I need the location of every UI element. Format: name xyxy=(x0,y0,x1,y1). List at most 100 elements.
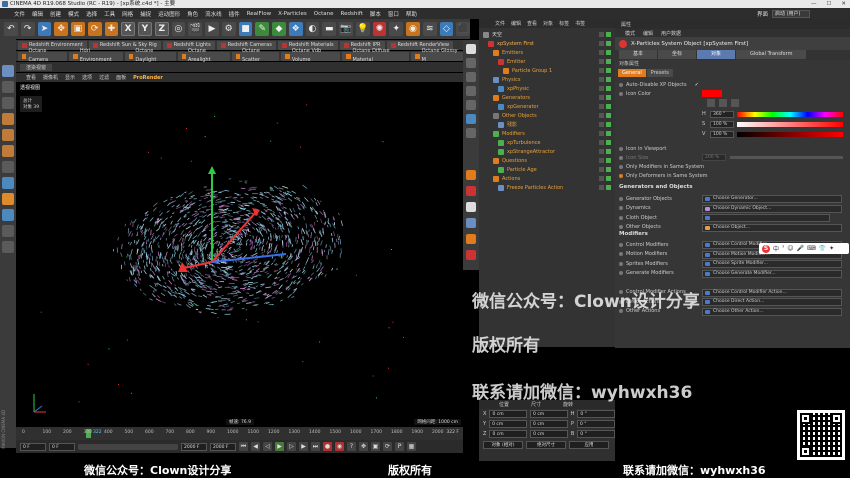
icon-size-field[interactable]: 200 % xyxy=(702,154,726,161)
layer-icon[interactable] xyxy=(466,58,476,68)
undo-icon[interactable]: ↶ xyxy=(4,22,18,36)
object-visibility-toggles[interactable] xyxy=(599,59,611,64)
min-frame-field[interactable]: 0 F xyxy=(49,442,75,451)
workplane-icon[interactable] xyxy=(2,193,14,205)
frame-range-slider[interactable] xyxy=(78,443,178,450)
psr-icon[interactable]: ⬛ xyxy=(456,22,471,36)
xp-sys-icon[interactable] xyxy=(466,114,476,124)
xp-generator-icon[interactable] xyxy=(466,170,476,180)
render-picture-viewer-icon[interactable]: ▶ xyxy=(205,22,219,36)
coord-mode-select[interactable]: 对象 (相对) xyxy=(483,441,523,449)
menu-item[interactable]: 创建 xyxy=(50,10,61,18)
pla-key-icon[interactable]: ▦ xyxy=(407,442,416,451)
object-visibility-toggles[interactable] xyxy=(599,95,611,100)
menu-item[interactable]: 模式 xyxy=(68,10,79,18)
coord-position-field[interactable]: 0 cm xyxy=(489,430,528,438)
recent-tool-icon[interactable]: ✚ xyxy=(104,22,119,36)
hsv-slider[interactable] xyxy=(737,132,843,137)
object-row[interactable]: Particle Age xyxy=(479,165,615,174)
make-editable-icon[interactable] xyxy=(2,65,14,77)
hsv-value-field[interactable]: 360 ° xyxy=(710,111,734,118)
axis-mode-icon[interactable] xyxy=(2,161,14,173)
object-row[interactable]: xpPhysic xyxy=(479,84,615,93)
shelf-button[interactable]: Octane Camera xyxy=(18,48,68,63)
icon-size-slider[interactable] xyxy=(730,156,843,159)
hsv-value-field[interactable]: 100 % xyxy=(710,131,734,138)
coord-position-field[interactable]: 0 cm xyxy=(489,420,528,428)
object-row[interactable]: Freeze Particles Action xyxy=(479,183,615,192)
menu-item[interactable]: 脚本 xyxy=(370,10,381,18)
xp-cache-icon[interactable] xyxy=(466,128,476,138)
viewport-menu-item[interactable]: ProRender xyxy=(133,75,163,81)
max-frame-field[interactable]: 2000 F xyxy=(181,442,207,451)
cube-primitive-icon[interactable]: ■ xyxy=(238,22,253,36)
apply-button[interactable]: 应用 xyxy=(569,441,609,449)
object-row[interactable]: xpGenerator xyxy=(479,102,615,111)
object-visibility-toggles[interactable] xyxy=(599,176,611,181)
rotate-tool-icon[interactable]: ⟳ xyxy=(87,22,102,36)
coord-position-field[interactable]: 0 cm xyxy=(489,410,528,418)
redo-icon[interactable]: ↷ xyxy=(20,22,35,36)
autokey-icon[interactable]: ◉ xyxy=(335,442,344,451)
snapshot-icon[interactable] xyxy=(466,100,476,110)
object-row[interactable]: Generators xyxy=(479,93,615,102)
viewport-menu-item[interactable]: 选项 xyxy=(82,74,92,81)
modifier-dropdown[interactable]: Choose Generate Modifier... xyxy=(702,269,842,278)
modifier-dropdown[interactable]: Choose Sprite Modifier... xyxy=(702,260,842,268)
generator-dropdown[interactable]: Choose Dynamic Object... xyxy=(702,204,842,213)
object-visibility-toggles[interactable] xyxy=(599,131,611,136)
polygons-mode-icon[interactable] xyxy=(2,145,14,157)
parameter-key-icon[interactable]: P xyxy=(395,442,404,451)
menu-item[interactable]: 选择 xyxy=(86,10,97,18)
octane-live-viewer-icon[interactable]: ◉ xyxy=(406,22,420,36)
object-visibility-toggles[interactable] xyxy=(599,113,611,118)
hsv-slider[interactable] xyxy=(737,112,843,117)
heart-icon[interactable] xyxy=(466,44,476,54)
xp-modifier-side-icon[interactable] xyxy=(466,202,476,212)
coord-size-field[interactable]: 0 cm xyxy=(530,420,568,428)
menu-item[interactable]: 工具 xyxy=(104,10,115,18)
light-icon[interactable]: 💡 xyxy=(355,22,370,36)
next-frame-icon[interactable]: ▷ xyxy=(287,442,296,451)
attribute-tab[interactable]: Global Transform xyxy=(736,50,807,59)
only-deformers-row[interactable]: Only Deformers in Same System xyxy=(619,171,708,180)
object-visibility-toggles[interactable] xyxy=(599,158,611,163)
texture-mode-icon[interactable] xyxy=(2,97,14,109)
menu-item[interactable]: 运动图形 xyxy=(158,10,180,18)
rotation-key-icon[interactable]: ⟳ xyxy=(383,442,392,451)
camera-icon[interactable]: 📷 xyxy=(339,22,353,36)
attribute-tab[interactable]: 坐标 xyxy=(658,50,697,59)
maximize-button[interactable]: ☐ xyxy=(826,0,831,8)
object-row[interactable]: xpTurbulence xyxy=(479,138,615,147)
icon-color-swatch[interactable] xyxy=(702,90,722,97)
object-row[interactable]: Emitter xyxy=(479,57,615,66)
close-button[interactable]: ✕ xyxy=(841,0,846,8)
prev-frame-icon[interactable]: ◁ xyxy=(263,442,272,451)
y-axis-button[interactable]: Y xyxy=(138,22,152,36)
attribute-menu-item[interactable]: 编辑 xyxy=(643,30,653,37)
object-visibility-toggles[interactable] xyxy=(599,50,611,55)
viewport-menu-item[interactable]: 查看 xyxy=(26,74,36,81)
object-row[interactable]: xpSystem First xyxy=(479,39,615,48)
locked-workplane-icon[interactable] xyxy=(2,209,14,221)
shelf-button[interactable]: Octane Diffuse Material xyxy=(342,48,410,63)
keyframe-selection-icon[interactable]: ? xyxy=(347,442,356,451)
x-axis-button[interactable]: X xyxy=(121,22,136,36)
spline-pen-icon[interactable]: ✎ xyxy=(255,22,270,36)
coord-rotation-field[interactable]: 0 ° xyxy=(577,430,615,438)
shelf-button[interactable]: Octane Scatter xyxy=(231,48,280,63)
attribute-menu-item[interactable]: 用户数据 xyxy=(661,30,681,37)
tools-icon[interactable]: ✦ xyxy=(829,245,834,252)
viewport-menu-item[interactable]: 过滤 xyxy=(99,74,109,81)
object-menu-item[interactable]: 标签 xyxy=(559,20,569,27)
live-select-icon[interactable]: ➤ xyxy=(37,22,52,36)
object-visibility-toggles[interactable] xyxy=(599,68,611,73)
viewport-menu-item[interactable]: 面板 xyxy=(116,74,126,81)
object-menu-item[interactable]: 对象 xyxy=(543,20,553,27)
shelf-button[interactable]: Octane Vdb Volume xyxy=(281,48,341,63)
object-row[interactable]: Physics xyxy=(479,75,615,84)
hsv-slider[interactable] xyxy=(737,122,843,127)
object-row[interactable]: Emitters xyxy=(479,48,615,57)
object-row[interactable]: Other Objects xyxy=(479,111,615,120)
timeline[interactable]: 322 322 F 0 100 200 300 400 500 600 700 800 900 10… xyxy=(16,427,463,440)
